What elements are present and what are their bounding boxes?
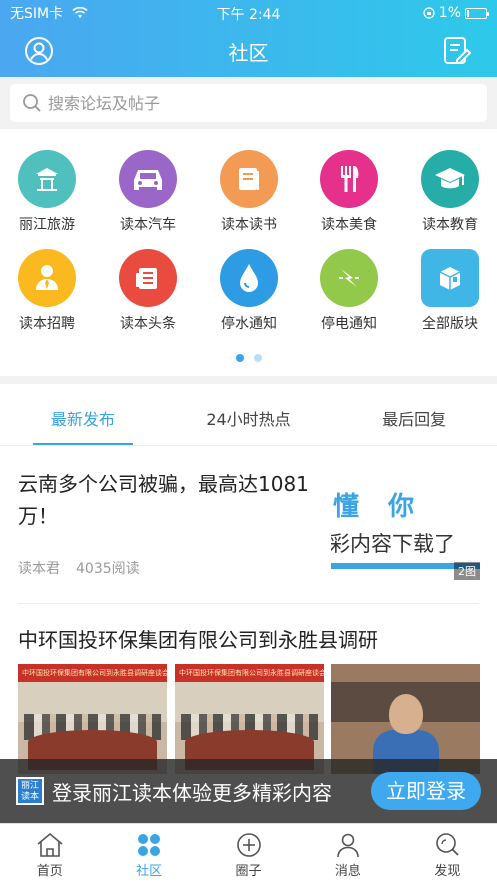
post-title: 中环国投环保集团有限公司到永胜县调研 [18,628,378,652]
tab-latest[interactable]: 最新发布 [0,384,166,445]
category-education[interactable]: 读本教育 [410,150,490,234]
compose-icon[interactable] [443,36,471,66]
nav-bar: 社区 [0,26,497,77]
book-icon [220,150,278,208]
post-meta: 读本君 4035阅读 [18,558,140,578]
category-label: 读本汽车 [120,217,176,233]
feed-tabs: 最新发布 24小时热点 最后回复 [0,384,497,446]
lightning-icon [320,249,378,307]
tabbar-label: 首页 [36,864,63,879]
pavilion-icon [18,150,76,208]
box-icon [421,249,479,307]
thumbnail-text: 懂 你 [333,492,425,522]
status-bar: 无SIM卡 下午 2:44 1% [0,0,497,26]
category-headlines[interactable]: 读本头条 [108,249,188,333]
category-label: 读本头条 [120,316,176,332]
search-input[interactable] [48,93,448,113]
category-food[interactable]: 读本美食 [309,150,389,234]
section-divider [0,376,497,384]
tabbar-circles[interactable]: 圈子 [199,824,298,883]
community-icon [138,834,161,856]
post-item[interactable]: 云南多个公司被骗，最高达1081万！ 读本君 4035阅读 懂 你 彩内容下载了 … [0,446,497,603]
category-lijiang-travel[interactable]: 丽江旅游 [7,150,87,234]
post-thumbnail: 懂 你 彩内容下载了 2图 [331,484,480,580]
post-title: 云南多个公司被骗，最高达1081万！ [18,472,309,528]
page-dot [253,354,262,362]
category-label: 停水通知 [221,316,277,332]
category-label: 全部版块 [422,316,478,332]
image-count-badge: 2图 [454,562,480,580]
tabbar-label: 圈子 [235,864,262,879]
tab-24h-hot[interactable]: 24小时热点 [166,384,332,445]
tabbar-community[interactable]: 社区 [99,824,198,883]
page-title: 社区 [228,41,269,65]
login-banner-text: 登录丽江读本体验更多精彩内容 [52,780,332,805]
post-author: 读本君 [18,561,60,577]
tabbar-label: 社区 [136,864,163,879]
plus-circle-icon [236,833,261,857]
photo-banner: 中环国投环保集团有限公司到永胜县调研座谈会 [18,664,167,682]
search-bar [0,77,497,129]
person-icon [18,249,76,307]
post-photo [331,664,480,774]
car-icon [119,150,177,208]
app-logo: 丽江 读本 [16,777,44,805]
tabbar-label: 消息 [334,864,361,879]
login-banner: 丽江 读本 登录丽江读本体验更多精彩内容 立即登录 [0,759,497,823]
category-label: 读本读书 [221,217,277,233]
post-photo: 中环国投环保集团有限公司到永胜县调研座谈会 [175,664,324,774]
news-icon [119,249,177,307]
person-icon [337,833,359,858]
category-car[interactable]: 读本汽车 [108,150,188,234]
profile-icon[interactable] [24,36,54,66]
category-books[interactable]: 读本读书 [209,150,289,234]
category-label: 读本教育 [422,217,478,233]
category-label: 丽江旅游 [19,217,75,233]
top-bar: 无SIM卡 下午 2:44 1% 社区 [0,0,497,77]
thumbnail-text: 彩内容下载了 [331,532,455,556]
tabbar-home[interactable]: 首页 [0,824,99,883]
battery-icon [465,7,489,19]
fork-knife-icon [320,150,378,208]
tab-last-reply[interactable]: 最后回复 [331,384,497,445]
bottom-tab-bar: 首页 社区 圈子 消息 发现 [0,823,497,883]
category-jobs[interactable]: 读本招聘 [7,249,87,333]
tabbar-discover[interactable]: 发现 [398,824,497,883]
category-label: 读本美食 [321,217,377,233]
discover-icon [436,833,459,856]
category-water-notice[interactable]: 停水通知 [209,249,289,333]
tabbar-label: 发现 [434,864,461,879]
category-label: 读本招聘 [19,316,75,332]
page-dot-active [235,354,244,362]
post-photo: 中环国投环保集团有限公司到永胜县调研座谈会 [18,664,167,774]
search-box[interactable] [10,84,487,122]
home-icon [37,832,63,857]
page-indicator [0,354,497,362]
time: 下午 2:44 [216,7,281,23]
category-all[interactable]: 全部版块 [410,249,490,333]
photo-banner: 中环国投环保集团有限公司到永胜县调研座谈会 [175,664,324,682]
graduation-cap-icon [421,150,479,208]
search-icon [23,94,41,112]
tabbar-messages[interactable]: 消息 [298,824,397,883]
category-power-notice[interactable]: 停电通知 [309,249,389,333]
water-drop-icon [220,249,278,307]
login-button[interactable]: 立即登录 [371,772,481,810]
category-grid: 丽江旅游 读本汽车 读本读书 读本美食 读本教育 读本招聘 读本头条 停水通知 … [0,129,497,376]
category-label: 停电通知 [321,316,377,332]
post-reads: 4035阅读 [76,561,140,577]
